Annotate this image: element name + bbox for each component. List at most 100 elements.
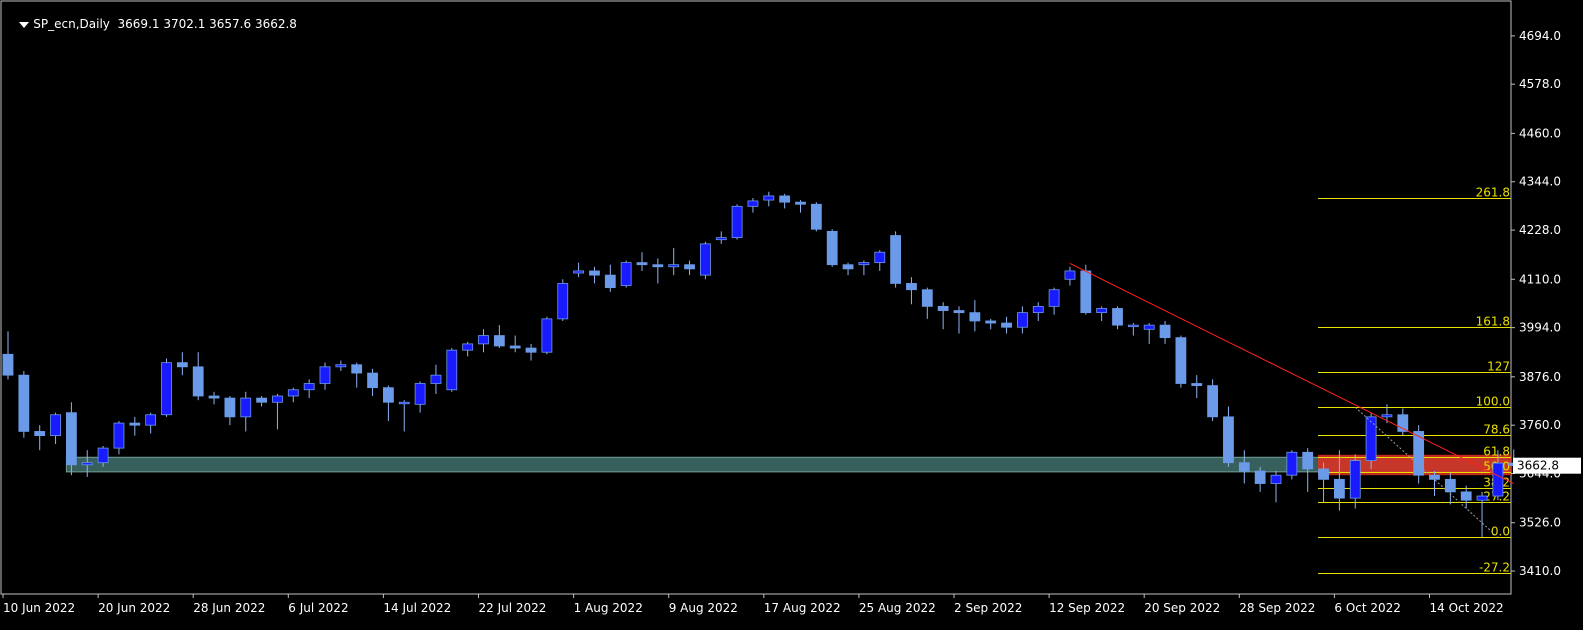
- x-tick-label: 6 Jul 2022: [288, 601, 348, 615]
- candle-body[interactable]: [1017, 312, 1028, 328]
- candle-body[interactable]: [224, 397, 236, 418]
- candle-body[interactable]: [1318, 468, 1329, 480]
- candle-body[interactable]: [1286, 451, 1298, 476]
- candle-body[interactable]: [272, 395, 283, 403]
- candle-body[interactable]: [747, 200, 759, 207]
- candle-body[interactable]: [414, 383, 426, 405]
- candle-body[interactable]: [874, 251, 886, 264]
- candle-body[interactable]: [1112, 308, 1123, 326]
- candle-body[interactable]: [1460, 491, 1472, 501]
- candle-body[interactable]: [1270, 474, 1282, 484]
- candle-body[interactable]: [382, 387, 394, 403]
- candle-body[interactable]: [937, 305, 949, 311]
- candle-body[interactable]: [509, 345, 521, 349]
- candle-body[interactable]: [557, 283, 569, 320]
- candle-body[interactable]: [113, 422, 125, 449]
- candle-body[interactable]: [1001, 322, 1012, 328]
- candle-body[interactable]: [1207, 385, 1218, 418]
- candle-body[interactable]: [906, 283, 917, 291]
- candle-body[interactable]: [1064, 270, 1076, 280]
- candle-body[interactable]: [1032, 305, 1044, 314]
- candle-body[interactable]: [367, 372, 378, 389]
- candle-body[interactable]: [541, 318, 553, 353]
- candle-body[interactable]: [97, 447, 109, 464]
- candle-body[interactable]: [636, 262, 648, 266]
- candle-body[interactable]: [1159, 324, 1171, 339]
- candle-body[interactable]: [842, 264, 854, 270]
- candle-body[interactable]: [1349, 460, 1361, 499]
- candle-body[interactable]: [287, 389, 299, 397]
- candle-body[interactable]: [589, 270, 600, 276]
- candle-body[interactable]: [795, 201, 806, 205]
- x-tick-label: 14 Oct 2022: [1430, 601, 1504, 615]
- candle-body[interactable]: [192, 366, 204, 397]
- candle-body[interactable]: [430, 374, 442, 384]
- candle-body[interactable]: [858, 262, 870, 266]
- candle-body[interactable]: [208, 395, 220, 399]
- candle-body[interactable]: [176, 362, 188, 368]
- candle-body[interactable]: [620, 262, 632, 286]
- candle-body[interactable]: [1143, 324, 1155, 330]
- candle-body[interactable]: [303, 383, 315, 391]
- candle-body[interactable]: [573, 270, 584, 274]
- candle-body[interactable]: [953, 310, 965, 314]
- candle-body[interactable]: [34, 431, 46, 437]
- candle-body[interactable]: [779, 195, 791, 203]
- candle-body[interactable]: [525, 347, 537, 353]
- candle-body[interactable]: [145, 414, 157, 426]
- candle-body[interactable]: [1175, 337, 1187, 384]
- candle-body[interactable]: [129, 422, 141, 426]
- candle-body[interactable]: [1223, 416, 1234, 464]
- candle-body[interactable]: [462, 343, 474, 351]
- dropdown-triangle-icon[interactable]: [19, 21, 30, 28]
- candle-body[interactable]: [763, 195, 775, 201]
- candle-body[interactable]: [1492, 462, 1504, 497]
- candle-body[interactable]: [985, 320, 997, 324]
- candle-body[interactable]: [731, 205, 743, 238]
- candle-body[interactable]: [1365, 416, 1377, 462]
- candlestick-chart[interactable]: 261.8161.8127100.078.661.850.038.227.20.…: [0, 0, 1583, 626]
- fib-level-label: 0.0: [1491, 525, 1510, 539]
- candle-body[interactable]: [446, 349, 458, 391]
- candle-body[interactable]: [2, 353, 14, 376]
- candle-body[interactable]: [161, 362, 172, 416]
- fib-level-label: 127: [1487, 360, 1510, 374]
- candle-body[interactable]: [1381, 414, 1393, 418]
- candle-body[interactable]: [652, 264, 664, 268]
- candle-body[interactable]: [1096, 308, 1108, 314]
- candle-body[interactable]: [604, 274, 616, 289]
- candle-body[interactable]: [478, 335, 489, 345]
- candle-body[interactable]: [1429, 474, 1440, 480]
- fib-level-label: 61.8: [1483, 445, 1510, 459]
- candle-body[interactable]: [1476, 495, 1488, 501]
- candle-body[interactable]: [700, 243, 711, 276]
- candle-body[interactable]: [1444, 478, 1456, 493]
- candle-body[interactable]: [890, 235, 901, 284]
- candle-body[interactable]: [810, 203, 822, 230]
- candle-body[interactable]: [684, 264, 695, 270]
- candle-body[interactable]: [66, 412, 77, 466]
- candle-body[interactable]: [50, 414, 61, 437]
- candle-body[interactable]: [826, 230, 838, 266]
- candle-body[interactable]: [18, 374, 30, 432]
- candle-body[interactable]: [921, 289, 933, 307]
- candle-body[interactable]: [1302, 451, 1314, 470]
- candle-body[interactable]: [1238, 462, 1250, 472]
- candle-body[interactable]: [335, 364, 347, 368]
- candle-body[interactable]: [493, 335, 505, 347]
- candle-body[interactable]: [1334, 478, 1345, 499]
- candle-body[interactable]: [256, 397, 268, 403]
- candle-body[interactable]: [668, 264, 680, 268]
- candle-body[interactable]: [240, 397, 252, 418]
- candle-body[interactable]: [715, 237, 727, 241]
- candle-body[interactable]: [1048, 289, 1060, 307]
- candle-body[interactable]: [319, 366, 331, 384]
- candle-body[interactable]: [1127, 324, 1139, 328]
- candle-body[interactable]: [1191, 383, 1203, 386]
- candle-body[interactable]: [351, 364, 363, 374]
- candle-body[interactable]: [1080, 270, 1092, 314]
- candle-body[interactable]: [1254, 470, 1266, 484]
- candle-body[interactable]: [969, 312, 981, 322]
- candle-body[interactable]: [81, 462, 93, 466]
- candle-body[interactable]: [398, 401, 410, 405]
